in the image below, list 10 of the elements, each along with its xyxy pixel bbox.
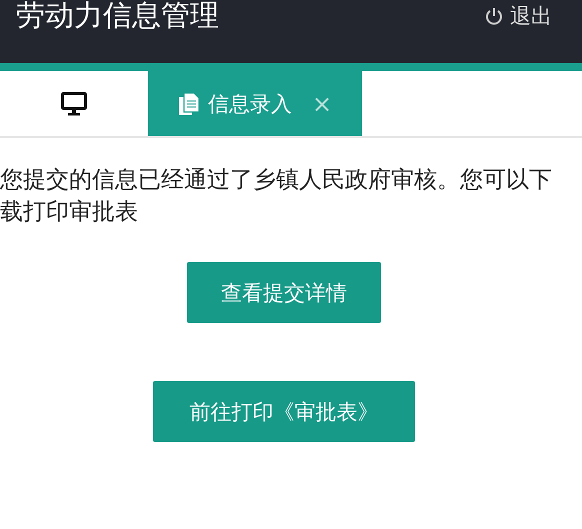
close-icon[interactable]: × [312, 90, 332, 118]
status-message: 您提交的信息已经通过了乡镇人民政府审核。您可以下载打印审批表 [0, 166, 553, 227]
documents-icon [178, 92, 200, 116]
logout-button[interactable]: 退出 [484, 0, 552, 30]
action-button[interactable]: 查看提交详情 [187, 262, 381, 323]
app-title: 劳动力信息管理 [16, 0, 219, 30]
monitor-icon [61, 92, 87, 116]
power-icon [484, 6, 504, 26]
action-button[interactable]: 前往打印《审批表》 [153, 381, 415, 442]
page-tab[interactable]: 信息录入 × [148, 71, 362, 136]
